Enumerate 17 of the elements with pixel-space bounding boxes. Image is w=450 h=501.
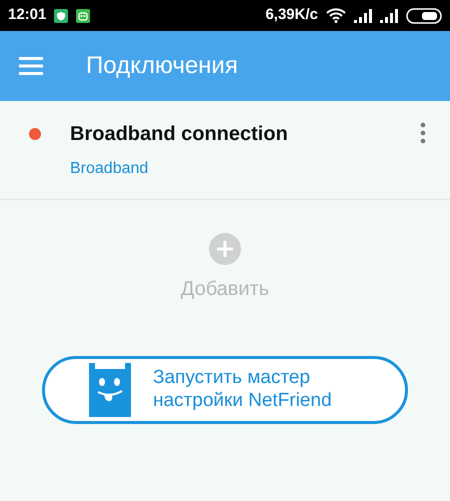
wizard-button[interactable]: Запустить мастер настройки NetFriend bbox=[42, 356, 408, 424]
add-button[interactable] bbox=[208, 232, 242, 266]
more-options-button[interactable] bbox=[420, 121, 426, 145]
screen-title: Подключения bbox=[86, 51, 238, 81]
network-speed: 6,39K/c bbox=[265, 5, 318, 26]
menu-button[interactable] bbox=[16, 54, 46, 78]
connection-name[interactable]: Broadband connection bbox=[70, 119, 288, 149]
signal-icon bbox=[354, 8, 372, 22]
battery-icon bbox=[406, 8, 442, 24]
wifi-icon bbox=[326, 8, 346, 23]
shield-icon bbox=[54, 8, 68, 22]
mascot-icon bbox=[89, 363, 131, 417]
robot-icon bbox=[76, 8, 90, 22]
status-time: 12:01 bbox=[8, 5, 46, 26]
add-label: Добавить bbox=[180, 277, 270, 302]
signal-icon bbox=[380, 8, 398, 22]
connection-type: Broadband bbox=[70, 159, 150, 179]
